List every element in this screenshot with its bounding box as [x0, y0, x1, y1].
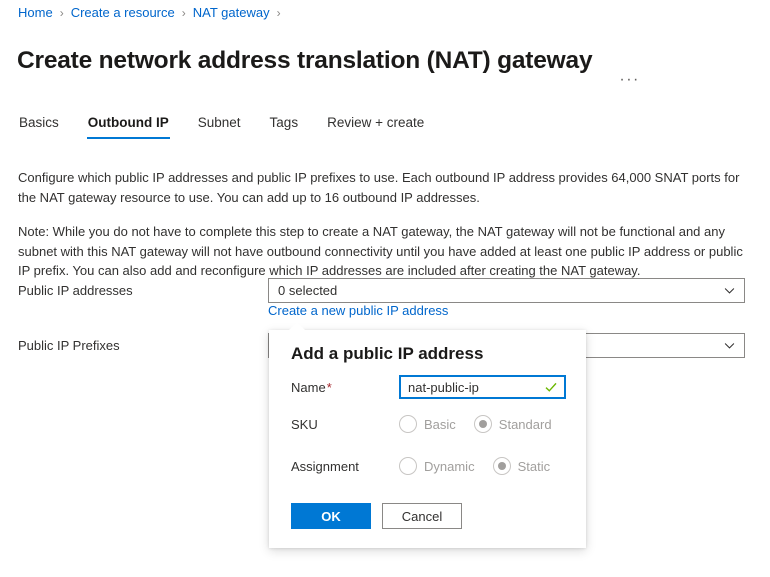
- breadcrumb: Home › Create a resource › NAT gateway ›: [18, 5, 288, 21]
- sku-label: SKU: [291, 416, 318, 432]
- callout-sku-row: SKU Basic Standard: [291, 415, 566, 433]
- callout-assignment-row: Assignment Dynamic Static: [291, 457, 566, 475]
- tab-tags[interactable]: Tags: [269, 112, 300, 139]
- page-title: Create network address translation (NAT)…: [17, 47, 593, 75]
- breadcrumb-item-create-a-resource[interactable]: Create a resource: [71, 5, 175, 21]
- radio-selected-icon: [473, 415, 492, 433]
- radio-icon: [399, 415, 417, 433]
- public-ip-addresses-label: Public IP addresses: [18, 283, 133, 298]
- public-ip-addresses-row: Public IP addresses 0 selected: [18, 278, 748, 303]
- tab-outbound-ip[interactable]: Outbound IP: [86, 112, 170, 139]
- breadcrumb-item-nat-gateway[interactable]: NAT gateway: [193, 5, 270, 21]
- assignment-option-dynamic[interactable]: Dynamic: [399, 457, 475, 475]
- required-marker: *: [326, 379, 332, 395]
- wizard-tabs: Basics Outbound IP Subnet Tags Review + …: [18, 112, 452, 139]
- name-input-value: nat-public-ip: [408, 379, 479, 395]
- cancel-button[interactable]: Cancel: [382, 503, 462, 529]
- name-input[interactable]: nat-public-ip: [399, 375, 566, 399]
- name-label-text: Name: [291, 379, 326, 395]
- tab-basics[interactable]: Basics: [18, 112, 60, 139]
- name-label: Name*: [291, 380, 399, 395]
- page-header: Create network address translation (NAT)…: [17, 30, 645, 93]
- public-ip-addresses-value: 0 selected: [278, 283, 338, 298]
- outbound-ip-description: Configure which public IP addresses and …: [18, 170, 740, 205]
- assignment-option-dynamic-label: Dynamic: [424, 458, 475, 474]
- sku-option-basic-label: Basic: [424, 416, 456, 432]
- valid-check-icon: [544, 380, 558, 394]
- add-public-ip-callout: Add a public IP address Name* nat-public…: [269, 322, 586, 548]
- assignment-option-static-label: Static: [517, 458, 551, 474]
- radio-selected-icon: [492, 457, 511, 475]
- callout-name-row: Name* nat-public-ip: [291, 375, 566, 399]
- more-actions-icon[interactable]: ···: [614, 70, 644, 90]
- breadcrumb-separator-icon: ›: [181, 6, 186, 20]
- ok-button[interactable]: OK: [291, 503, 371, 529]
- outbound-ip-note: Note: While you do not have to complete …: [18, 224, 743, 278]
- callout-actions: OK Cancel: [291, 503, 462, 529]
- sku-option-basic[interactable]: Basic: [399, 415, 456, 433]
- breadcrumb-separator-icon: ›: [59, 6, 64, 20]
- chevron-down-icon: [724, 340, 735, 351]
- assignment-label: Assignment: [291, 458, 359, 474]
- tab-subnet[interactable]: Subnet: [197, 112, 242, 139]
- public-ip-prefixes-label: Public IP Prefixes: [18, 338, 120, 353]
- assignment-option-static[interactable]: Static: [492, 457, 551, 475]
- assignment-radio-group: Dynamic Static: [399, 457, 550, 475]
- callout-beak-icon: [289, 322, 305, 330]
- sku-radio-group: Basic Standard: [399, 415, 552, 433]
- public-ip-addresses-dropdown[interactable]: 0 selected: [268, 278, 745, 303]
- chevron-down-icon: [724, 285, 735, 296]
- breadcrumb-item-home[interactable]: Home: [18, 5, 53, 21]
- tab-review-create[interactable]: Review + create: [326, 112, 425, 139]
- sku-option-standard-label: Standard: [498, 416, 552, 432]
- create-new-public-ip-link[interactable]: Create a new public IP address: [268, 303, 448, 318]
- sku-option-standard[interactable]: Standard: [473, 415, 552, 433]
- radio-icon: [399, 457, 417, 475]
- breadcrumb-separator-icon: ›: [276, 6, 281, 20]
- callout-title: Add a public IP address: [291, 344, 484, 363]
